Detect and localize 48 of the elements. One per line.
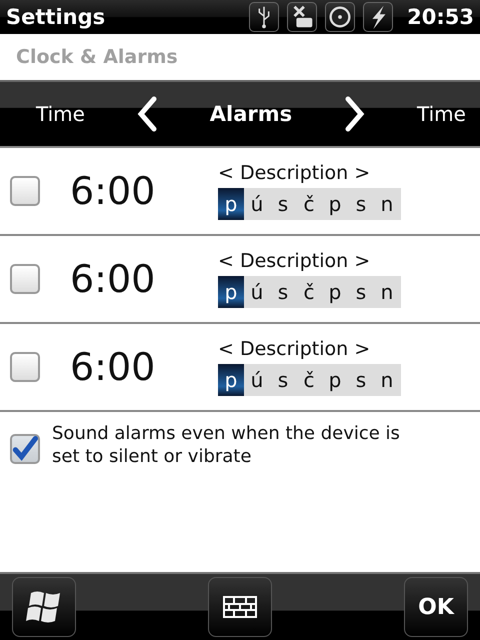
start-button[interactable] [12,577,76,637]
day-toggle[interactable]: s [348,276,374,308]
day-toggle[interactable]: ú [244,188,270,220]
day-toggle[interactable]: p [218,276,244,308]
alarm-description[interactable]: < Description > [218,338,401,360]
tab[interactable]: Time [417,102,466,126]
day-toggle[interactable]: n [374,276,400,308]
day-toggle[interactable]: č [296,188,322,220]
alarm-description[interactable]: < Description > [218,162,401,184]
usb-icon[interactable] [249,2,280,32]
day-toggle[interactable]: n [374,188,400,220]
ok-button[interactable]: OK [404,577,468,637]
day-toggle[interactable]: č [296,276,322,308]
checkbox[interactable] [10,264,40,294]
day-toggle[interactable]: s [348,188,374,220]
checkbox[interactable] [10,352,40,382]
day-toggle[interactable]: s [270,188,296,220]
day-toggle[interactable]: s [270,276,296,308]
lightning-icon[interactable] [363,2,394,32]
checked-checkbox[interactable] [10,434,40,464]
clock-time: 20:53 [407,5,474,29]
chevron-right-icon[interactable] [344,96,366,132]
day-toggle[interactable]: s [270,364,296,396]
day-toggle[interactable]: p [218,364,244,396]
page-subtitle: Clock & Alarms [16,46,178,68]
day-toggle[interactable]: p [322,276,348,308]
day-toggle[interactable]: p [322,364,348,396]
day-toggle[interactable]: p [218,188,244,220]
tab[interactable]: Alarms [210,102,292,126]
alarm-time[interactable]: 6:00 [70,169,204,213]
tab[interactable]: Time [36,102,85,126]
day-toggle[interactable]: č [296,364,322,396]
app-title: Settings [6,5,106,29]
day-toggle[interactable]: ú [244,364,270,396]
option-label[interactable]: Sound alarms even when the device is set to silent or vibrate [52,422,432,468]
alarm-description[interactable]: < Description > [218,250,401,272]
chevron-left-icon[interactable] [136,96,158,132]
day-toggle[interactable]: ú [244,276,270,308]
windows-logo-icon [25,589,63,625]
day-toggle[interactable]: s [348,364,374,396]
day-toggle[interactable]: n [374,364,400,396]
day-toggle[interactable]: p [322,188,348,220]
alarm-time[interactable]: 6:00 [70,257,204,301]
sim-card-icon[interactable] [287,2,318,32]
alarm-time[interactable]: 6:00 [70,345,204,389]
keyboard-button[interactable] [208,577,272,637]
checkbox[interactable] [10,176,40,206]
keyboard-icon [223,596,257,618]
